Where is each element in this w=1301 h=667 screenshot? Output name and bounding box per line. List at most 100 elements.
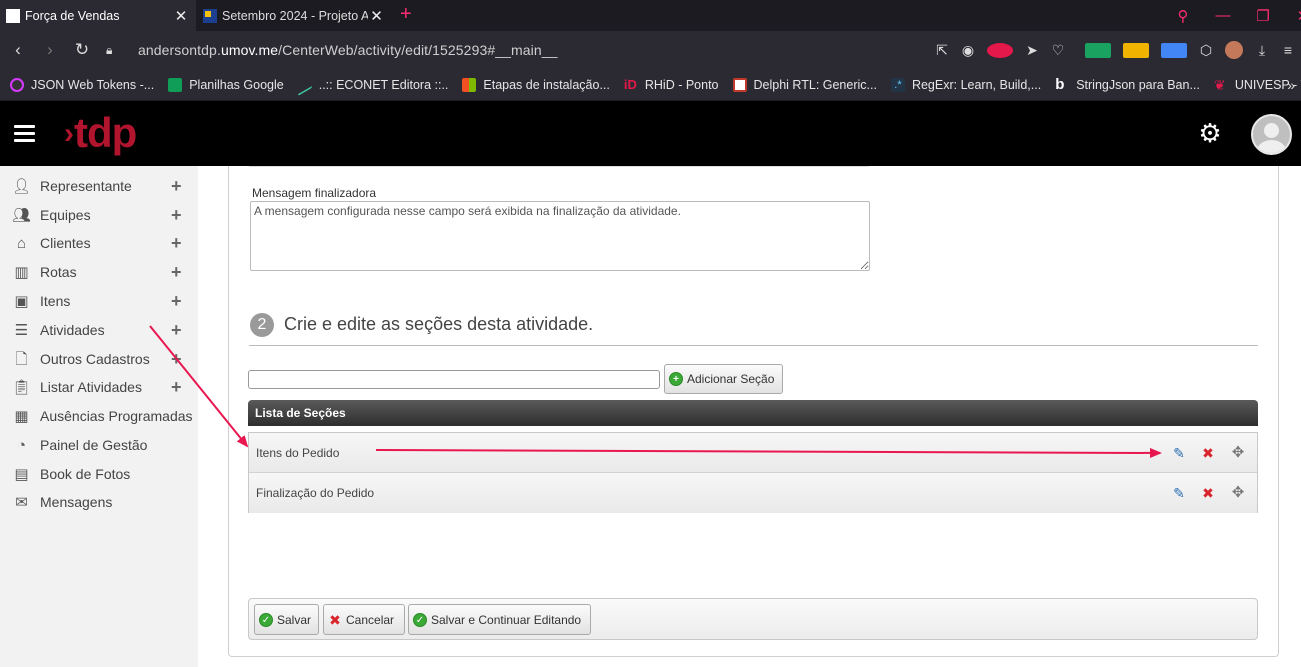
- menu-icon[interactable]: ≡: [1275, 42, 1301, 58]
- back-icon[interactable]: ‹: [2, 40, 34, 60]
- bookmark-regexr[interactable]: .* RegExr: Learn, Build,...: [890, 77, 1041, 92]
- bookmark-label: RHiD - Ponto: [644, 77, 719, 92]
- add-section-button[interactable]: + Adicionar Seção: [664, 364, 783, 394]
- move-icon[interactable]: ✥: [1229, 444, 1247, 462]
- sidebar-item-representante[interactable]: 👤︎ Representante +: [0, 172, 198, 200]
- bookmark-etapas[interactable]: Etapas de instalação...: [462, 77, 610, 92]
- expand-icon[interactable]: +: [171, 377, 182, 398]
- sidebar-item-label: Listar Atividades: [40, 379, 142, 395]
- expand-icon[interactable]: +: [171, 262, 182, 283]
- expand-icon[interactable]: +: [171, 205, 182, 226]
- share-icon[interactable]: ⇱: [929, 42, 955, 59]
- home-icon: ⌂: [16, 234, 27, 252]
- section-label: Itens do Pedido: [256, 446, 340, 460]
- camera-icon[interactable]: ◉: [955, 42, 981, 59]
- bookmark-jwt[interactable]: JSON Web Tokens -...: [10, 77, 154, 92]
- delete-icon[interactable]: ✖: [1199, 444, 1217, 462]
- expand-icon[interactable]: +: [171, 320, 182, 341]
- bookmark-econet[interactable]: ..:: ECONET Editora ::..: [297, 73, 448, 96]
- bookmark-planilhas[interactable]: Planilhas Google: [168, 77, 284, 92]
- reload-icon[interactable]: ↻: [66, 40, 98, 60]
- sidebar-item-label: Book de Fotos: [40, 466, 131, 482]
- delete-icon[interactable]: ✖: [1199, 484, 1217, 502]
- restore-icon[interactable]: ❐: [1243, 7, 1283, 25]
- pencil-icon[interactable]: ✎: [1170, 444, 1188, 462]
- bookmark-rhid[interactable]: iD RHiD - Ponto: [624, 77, 719, 92]
- cube-icon[interactable]: ⬡: [1193, 42, 1219, 59]
- sidebar-item-label: Painel de Gestão: [40, 437, 148, 453]
- bookmark-label: StringJson para Ban...: [1076, 77, 1200, 92]
- regexr-icon: .*: [890, 77, 905, 92]
- sidebar-item-label: Clientes: [40, 235, 91, 251]
- section-name-input[interactable]: [248, 370, 660, 389]
- expand-icon[interactable]: +: [171, 233, 182, 254]
- heart-icon[interactable]: ♡: [1045, 42, 1071, 59]
- file-icon: 🗋︎: [15, 350, 28, 368]
- step-number-badge: 2: [250, 313, 274, 337]
- avatar[interactable]: [1251, 114, 1292, 155]
- dashboard-icon: ◔: [16, 436, 27, 454]
- move-icon[interactable]: ✥: [1229, 484, 1247, 502]
- sidebar-item-listar-atividades[interactable]: 📋︎ Listar Atividades +: [0, 373, 198, 401]
- tab-forca-de-vendas[interactable]: Força de Vendas ✕: [0, 0, 196, 31]
- url-path: /CenterWeb/activity/edit/1525293#__main_…: [278, 42, 558, 58]
- x-icon: ✖: [329, 611, 341, 628]
- bookmarks-more-button[interactable]: »: [1287, 77, 1295, 93]
- sidebar-item-equipes[interactable]: 👥︎ Equipes +: [0, 201, 198, 229]
- section-row[interactable]: Finalização do Pedido ✎ ✖ ✥: [249, 473, 1257, 513]
- tab-favicon: [6, 8, 20, 23]
- section-row[interactable]: Itens do Pedido ✎ ✖ ✥: [249, 433, 1257, 473]
- minimize-icon[interactable]: —: [1203, 7, 1243, 24]
- section-label: Finalização do Pedido: [256, 486, 375, 500]
- sidebar-item-clientes[interactable]: ⌂ Clientes +: [0, 229, 198, 257]
- sidebar-item-outros-cadastros[interactable]: 🗋︎ Outros Cadastros +: [0, 345, 198, 373]
- sidebar-item-atividades[interactable]: ☰ Atividades +: [0, 316, 198, 344]
- new-tab-button[interactable]: +: [400, 3, 412, 25]
- extension-f-icon[interactable]: [1085, 42, 1111, 58]
- vpn-shield-icon[interactable]: [987, 42, 1013, 58]
- url-prefix: andersontdp.: [138, 42, 221, 58]
- sidebar-item-ausencias-programadas[interactable]: ▦ Ausências Programadas: [0, 402, 198, 430]
- save-and-continue-button[interactable]: ✓ Salvar e Continuar Editando: [408, 604, 591, 635]
- expand-icon[interactable]: +: [171, 349, 182, 370]
- bookmark-delphi[interactable]: Delphi RTL: Generic...: [732, 77, 877, 92]
- bookmark-stringjson[interactable]: b StringJson para Ban...: [1055, 77, 1200, 92]
- sidebar-item-painel-de-gestao[interactable]: ◔ Painel de Gestão: [0, 431, 198, 459]
- book-icon: ▤: [14, 465, 29, 483]
- cancel-button[interactable]: ✖ Cancelar: [323, 604, 405, 635]
- expand-icon[interactable]: +: [171, 176, 182, 197]
- close-window-icon[interactable]: ✕: [1283, 7, 1301, 25]
- close-icon[interactable]: ✕: [368, 7, 385, 25]
- sidebar-item-label: Mensagens: [40, 494, 113, 510]
- download-icon[interactable]: ⤓: [1249, 42, 1275, 59]
- bookmark-label: Delphi RTL: Generic...: [753, 77, 877, 92]
- jwt-icon: [10, 77, 24, 92]
- app-header: ›tdp ⚙: [0, 101, 1301, 166]
- sidebar-item-itens[interactable]: ▣ Itens +: [0, 287, 198, 315]
- plus-circle-icon: +: [669, 372, 683, 386]
- pencil-icon[interactable]: ✎: [1170, 484, 1188, 502]
- send-icon[interactable]: ➤: [1019, 42, 1045, 59]
- close-icon[interactable]: ✕: [172, 7, 190, 25]
- tab-setembro-2024[interactable]: Setembro 2024 - Projeto AC ✕: [197, 0, 391, 31]
- final-message-textarea[interactable]: [250, 201, 870, 271]
- profile-avatar-icon[interactable]: [1225, 41, 1243, 59]
- translate-icon[interactable]: [1161, 42, 1187, 58]
- url-field[interactable]: andersontdp.umov.me/CenterWeb/activity/e…: [138, 42, 558, 58]
- sidebar-item-label: Outros Cadastros: [40, 351, 150, 367]
- sidebar-item-mensagens[interactable]: ✉ Mensagens: [0, 488, 198, 516]
- extension-colors-icon[interactable]: [1123, 42, 1149, 58]
- chart-line-icon: [297, 73, 312, 96]
- lock-icon[interactable]: 🔒︎: [106, 43, 120, 58]
- search-icon[interactable]: ⚲: [1163, 7, 1203, 25]
- sidebar-item-rotas[interactable]: ▥ Rotas +: [0, 258, 198, 286]
- envelope-icon: ✉: [15, 493, 28, 511]
- gear-icon[interactable]: ⚙: [1198, 120, 1222, 146]
- forward-icon[interactable]: ›: [34, 40, 66, 60]
- expand-icon[interactable]: +: [171, 291, 182, 312]
- hamburger-menu-icon[interactable]: [14, 125, 35, 146]
- tdp-logo[interactable]: ›tdp: [64, 111, 137, 160]
- save-button[interactable]: ✓ Salvar: [254, 604, 319, 635]
- delphi-icon: [732, 77, 747, 92]
- sidebar-item-book-de-fotos[interactable]: ▤ Book de Fotos: [0, 460, 198, 488]
